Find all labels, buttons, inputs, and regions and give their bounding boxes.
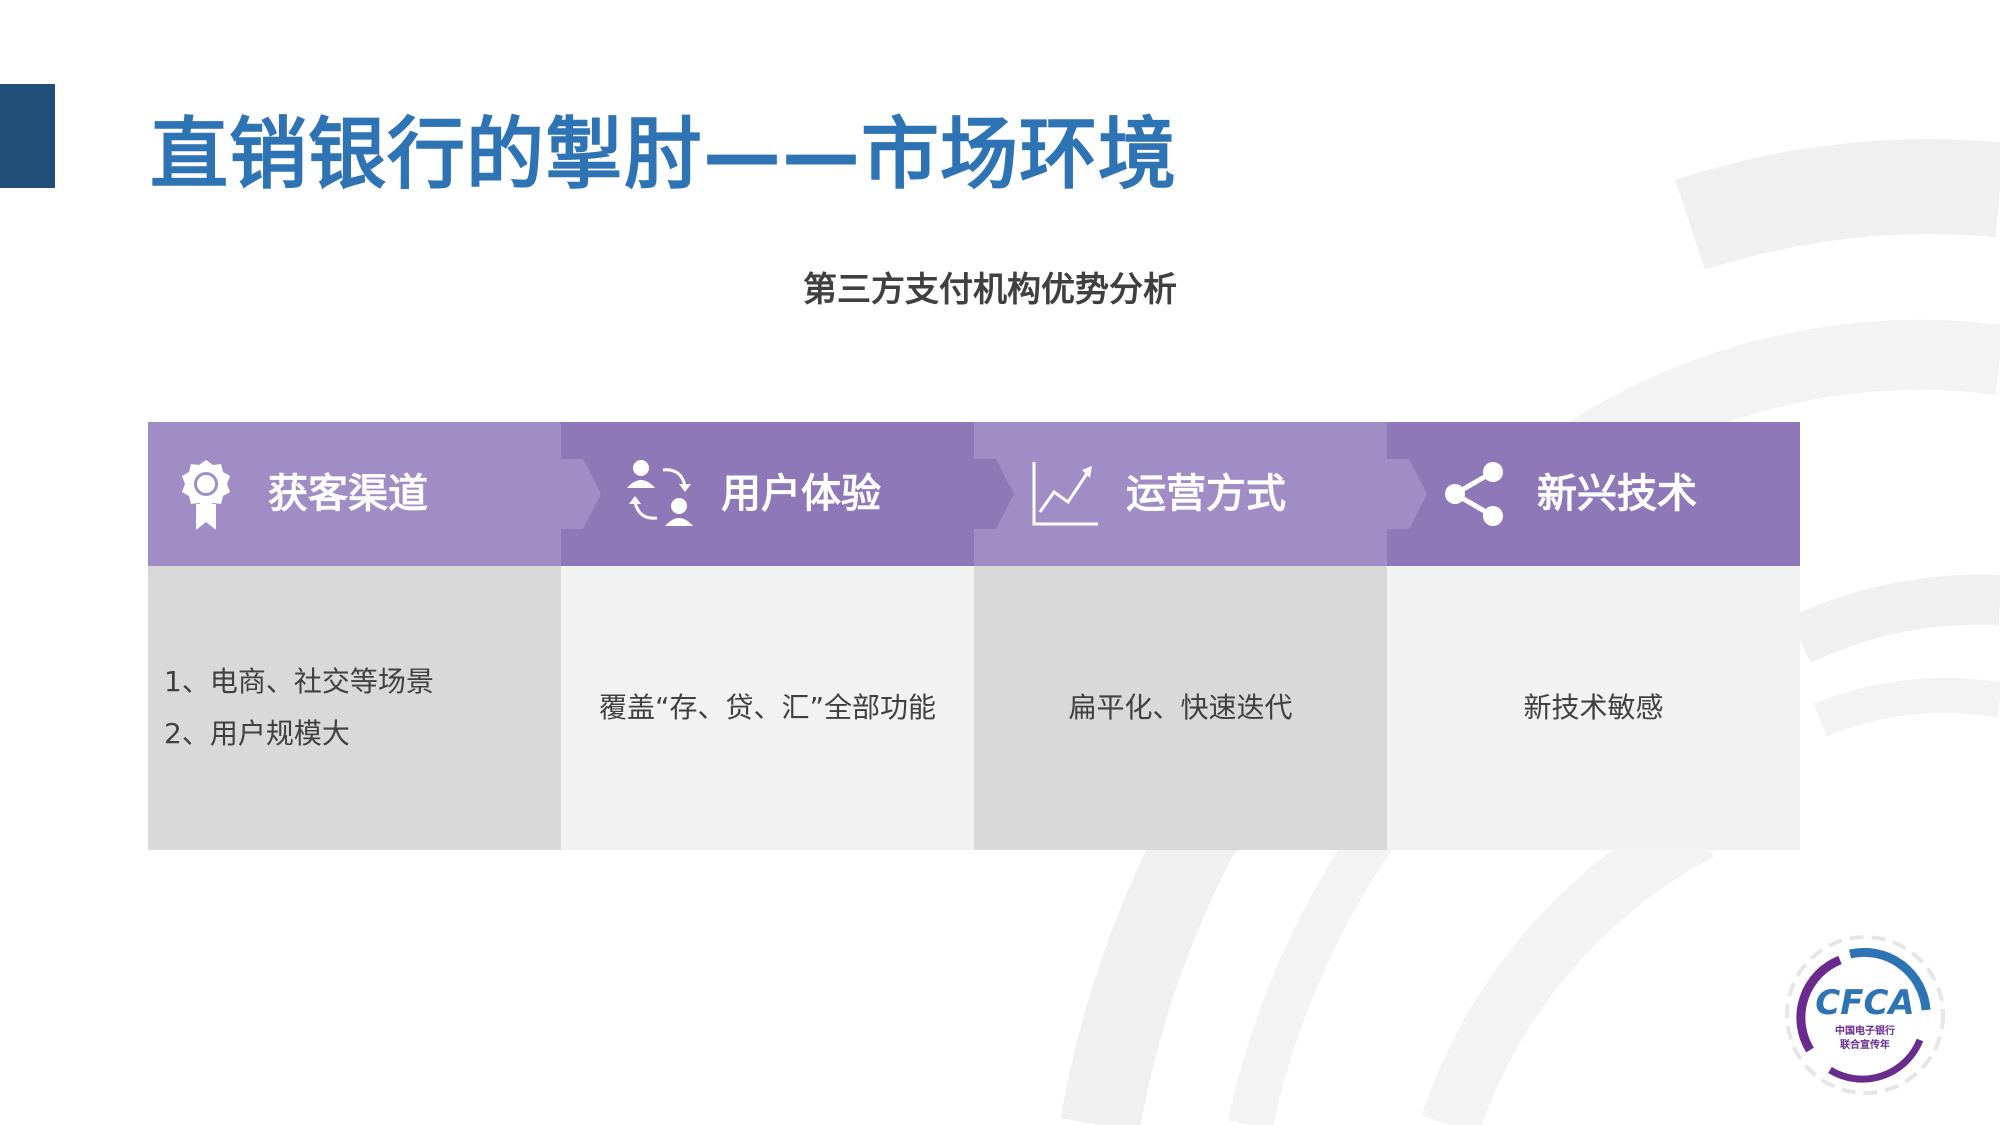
column-customer-acquisition: 获客渠道 1、电商、社交等场景 2、用户规模大 bbox=[148, 422, 561, 850]
column-emerging-tech: 新兴技术 新技术敏感 bbox=[1387, 422, 1800, 850]
logo-caption-line2: 联合宣传年 bbox=[1840, 1038, 1890, 1051]
column-body: 覆盖“存、贷、汇”全部功能 bbox=[561, 566, 974, 850]
chevron-right-icon bbox=[561, 459, 601, 529]
line-chart-icon bbox=[1032, 462, 1098, 526]
column-header: 新兴技术 bbox=[1387, 422, 1800, 566]
column-body: 1、电商、社交等场景 2、用户规模大 bbox=[148, 566, 561, 850]
cfca-logo: CFCA 中国电子银行 联合宣传年 bbox=[1785, 935, 1945, 1095]
column-header-label: 用户体验 bbox=[721, 471, 881, 517]
logo-brand: CFCA bbox=[1815, 983, 1914, 1023]
chevron-right-icon bbox=[974, 459, 1014, 529]
body-line: 新技术敏感 bbox=[1523, 691, 1664, 724]
body-line: 扁平化、快速迭代 bbox=[1068, 691, 1293, 724]
column-header: 用户体验 bbox=[561, 422, 974, 566]
column-body: 扁平化、快速迭代 bbox=[974, 566, 1387, 850]
award-ribbon-icon bbox=[182, 460, 230, 530]
column-header: 运营方式 bbox=[974, 422, 1387, 566]
user-exchange-icon bbox=[627, 460, 693, 526]
table-subtitle: 第三方支付机构优势分析 bbox=[803, 270, 1177, 310]
logo-caption-line1: 中国电子银行 bbox=[1835, 1024, 1895, 1037]
comparison-table: 获客渠道 1、电商、社交等场景 2、用户规模大 用户体验 覆盖“存、贷、汇”全部… bbox=[148, 422, 1800, 850]
body-line: 1、电商、社交等场景 bbox=[164, 665, 434, 698]
column-body: 新技术敏感 bbox=[1387, 566, 1800, 850]
body-line: 覆盖“存、贷、汇”全部功能 bbox=[598, 691, 936, 724]
column-header-label: 获客渠道 bbox=[268, 471, 428, 517]
title-accent-bar bbox=[0, 84, 55, 188]
share-icon bbox=[1445, 462, 1503, 526]
column-header-label: 新兴技术 bbox=[1537, 471, 1697, 517]
body-line: 2、用户规模大 bbox=[164, 717, 350, 750]
column-user-experience: 用户体验 覆盖“存、贷、汇”全部功能 bbox=[561, 422, 974, 850]
column-header-label: 运营方式 bbox=[1126, 471, 1286, 517]
column-header: 获客渠道 bbox=[148, 422, 561, 566]
chevron-right-icon bbox=[1387, 459, 1427, 529]
column-operation-mode: 运营方式 扁平化、快速迭代 bbox=[974, 422, 1387, 850]
page-title: 直销银行的掣肘——市场环境 bbox=[150, 110, 1178, 200]
